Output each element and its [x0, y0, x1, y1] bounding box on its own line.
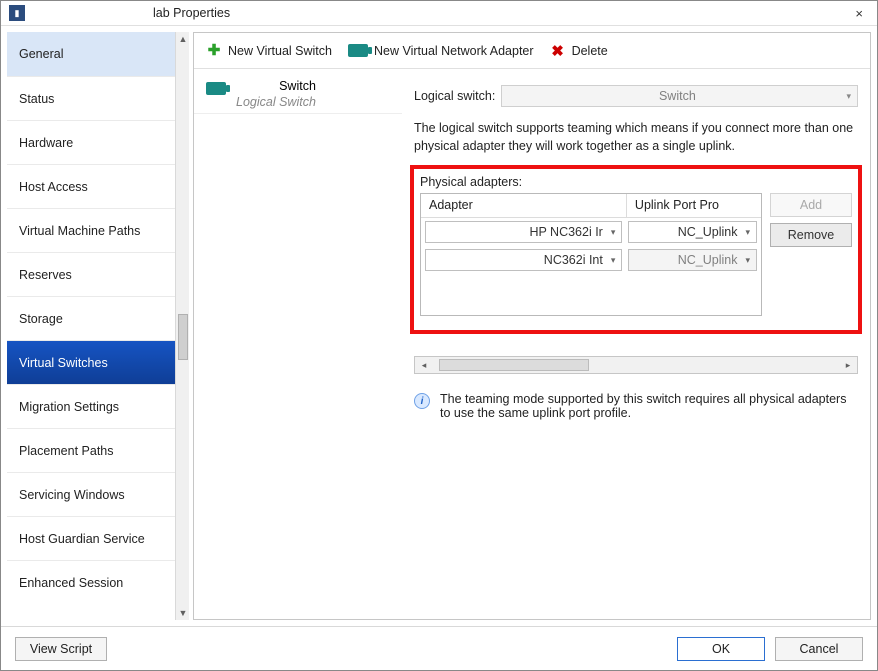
cell-value: NC_Uplink: [678, 253, 738, 267]
sidebar-item-label: Virtual Switches: [19, 356, 108, 370]
sidebar-item-reserves[interactable]: Reserves: [7, 252, 189, 296]
sidebar-item-status[interactable]: Status: [7, 76, 189, 120]
switch-item-title: Switch: [236, 79, 316, 93]
logical-switch-dropdown[interactable]: Switch ▾: [501, 85, 858, 107]
info-message: i The teaming mode supported by this swi…: [414, 392, 858, 420]
sidebar-scroll-thumb[interactable]: [178, 314, 188, 360]
cell-value: HP NC362i Ir: [529, 225, 602, 239]
close-button[interactable]: ×: [849, 6, 869, 21]
button-label: New Virtual Network Adapter: [374, 44, 534, 58]
chevron-down-icon: ▾: [846, 91, 851, 102]
main-panel: ✚ New Virtual Switch New Virtual Network…: [193, 32, 871, 620]
button-label: Delete: [572, 44, 608, 58]
info-icon: i: [414, 393, 430, 409]
physical-adapters-grid: Adapter Uplink Port Pro HP NC362i Ir ▾: [420, 193, 762, 316]
sidebar-item-label: Virtual Machine Paths: [19, 224, 140, 238]
add-adapter-button: Add: [770, 193, 852, 217]
sidebar-item-label: Enhanced Session: [19, 576, 123, 590]
sidebar-item-label: Host Access: [19, 180, 88, 194]
horizontal-scrollbar[interactable]: ◂ ▸: [414, 356, 858, 374]
switch-item-subtitle: Logical Switch: [236, 95, 316, 109]
sidebar-item-general[interactable]: General: [7, 32, 189, 76]
network-adapter-icon: [348, 44, 368, 57]
chevron-down-icon: ▾: [745, 255, 750, 266]
toolbar: ✚ New Virtual Switch New Virtual Network…: [194, 33, 870, 69]
plus-icon: ✚: [206, 43, 222, 59]
sidebar-item-placement-paths[interactable]: Placement Paths: [7, 428, 189, 472]
physical-adapters-label: Physical adapters:: [420, 175, 852, 189]
scroll-left-arrow-icon[interactable]: ◂: [415, 360, 433, 371]
adapter-cell-dropdown[interactable]: HP NC362i Ir ▾: [425, 221, 622, 243]
switch-detail-panel: Logical switch: Switch ▾ The logical swi…: [402, 69, 870, 619]
physical-adapters-section: Physical adapters: Adapter Uplink Port P…: [410, 165, 862, 334]
new-virtual-switch-button[interactable]: ✚ New Virtual Switch: [202, 41, 336, 61]
chevron-down-icon: ▾: [745, 227, 750, 238]
new-virtual-network-adapter-button[interactable]: New Virtual Network Adapter: [344, 42, 538, 60]
scroll-down-arrow-icon[interactable]: ▼: [176, 606, 189, 620]
sidebar: General Status Hardware Host Access Virt…: [7, 32, 189, 620]
delete-button[interactable]: ✖ Delete: [546, 40, 612, 62]
sidebar-scrollbar[interactable]: ▲ ▼: [175, 32, 189, 620]
cell-value: NC_Uplink: [678, 225, 738, 239]
delete-icon: ✖: [550, 42, 566, 60]
dialog-window: ▮ lab Properties × General Status Hardwa…: [0, 0, 878, 671]
logical-switch-description: The logical switch supports teaming whic…: [414, 119, 858, 155]
remove-adapter-button[interactable]: Remove: [770, 223, 852, 247]
sidebar-item-label: General: [19, 47, 63, 61]
grid-header: Adapter Uplink Port Pro: [421, 194, 761, 218]
dropdown-value: Switch: [508, 89, 846, 103]
chevron-down-icon: ▾: [611, 227, 616, 238]
sidebar-item-hardware[interactable]: Hardware: [7, 120, 189, 164]
switch-list: Switch Logical Switch: [194, 69, 402, 619]
dialog-body: General Status Hardware Host Access Virt…: [1, 26, 877, 626]
sidebar-item-label: Storage: [19, 312, 63, 326]
sidebar-item-label: Servicing Windows: [19, 488, 125, 502]
grid-row[interactable]: NC362i Int ▾ NC_Uplink ▾: [421, 246, 761, 274]
sidebar-item-label: Reserves: [19, 268, 72, 282]
column-header-uplink[interactable]: Uplink Port Pro: [627, 194, 761, 217]
sidebar-item-virtual-switches[interactable]: Virtual Switches: [7, 340, 189, 384]
scroll-right-arrow-icon[interactable]: ▸: [839, 360, 857, 371]
cancel-button[interactable]: Cancel: [775, 637, 863, 661]
sidebar-item-migration-settings[interactable]: Migration Settings: [7, 384, 189, 428]
uplink-cell-dropdown[interactable]: NC_Uplink ▾: [628, 221, 757, 243]
sidebar-item-label: Host Guardian Service: [19, 532, 145, 546]
uplink-cell-dropdown: NC_Uplink ▾: [628, 249, 757, 271]
sidebar-item-label: Status: [19, 92, 54, 106]
sidebar-item-label: Migration Settings: [19, 400, 119, 414]
column-header-adapter[interactable]: Adapter: [421, 194, 627, 217]
sidebar-item-label: Hardware: [19, 136, 73, 150]
window-title: lab Properties: [153, 6, 230, 20]
app-icon: ▮: [9, 5, 25, 21]
grid-row[interactable]: HP NC362i Ir ▾ NC_Uplink ▾: [421, 218, 761, 246]
button-label: New Virtual Switch: [228, 44, 332, 58]
info-text: The teaming mode supported by this switc…: [440, 392, 858, 420]
logical-switch-label: Logical switch:: [414, 89, 495, 103]
sidebar-item-host-access[interactable]: Host Access: [7, 164, 189, 208]
sidebar-list: General Status Hardware Host Access Virt…: [7, 32, 189, 620]
ok-button[interactable]: OK: [677, 637, 765, 661]
scroll-up-arrow-icon[interactable]: ▲: [176, 32, 189, 46]
sidebar-item-host-guardian[interactable]: Host Guardian Service: [7, 516, 189, 560]
network-adapter-icon: [206, 82, 226, 95]
dialog-footer: View Script OK Cancel: [1, 626, 877, 670]
sidebar-item-storage[interactable]: Storage: [7, 296, 189, 340]
switch-list-item[interactable]: Switch Logical Switch: [194, 69, 402, 114]
sidebar-item-vm-paths[interactable]: Virtual Machine Paths: [7, 208, 189, 252]
chevron-down-icon: ▾: [611, 255, 616, 266]
cell-value: NC362i Int: [544, 253, 603, 267]
view-script-button[interactable]: View Script: [15, 637, 107, 661]
sidebar-item-enhanced-session[interactable]: Enhanced Session: [7, 560, 189, 604]
sidebar-item-label: Placement Paths: [19, 444, 114, 458]
scroll-thumb[interactable]: [439, 359, 589, 371]
titlebar: ▮ lab Properties ×: [1, 1, 877, 26]
adapter-cell-dropdown[interactable]: NC362i Int ▾: [425, 249, 622, 271]
sidebar-item-servicing-windows[interactable]: Servicing Windows: [7, 472, 189, 516]
